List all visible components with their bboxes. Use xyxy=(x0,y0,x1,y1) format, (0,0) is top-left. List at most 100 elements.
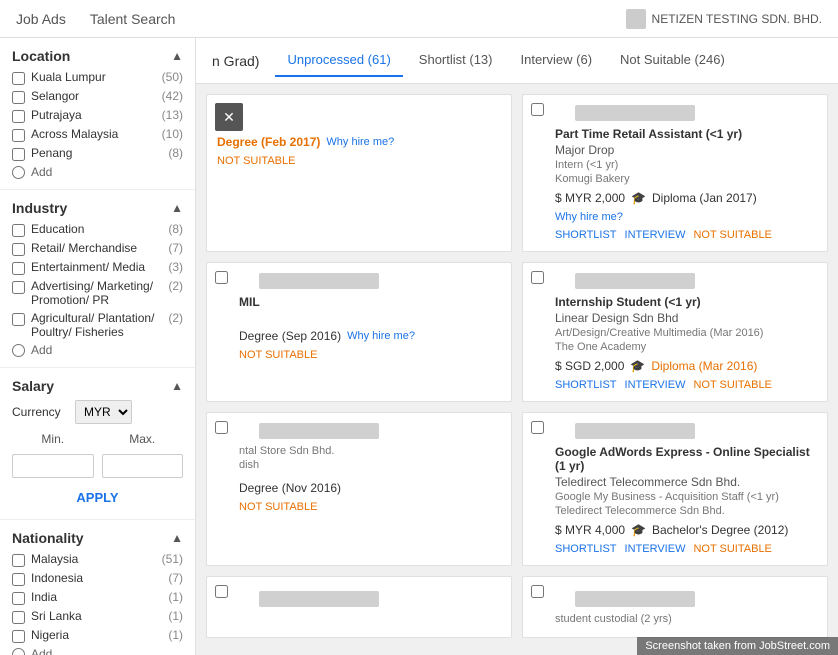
nav-talent-search[interactable]: Talent Search xyxy=(90,3,176,35)
not-suitable-btn-left2[interactable]: NOT SUITABLE xyxy=(239,349,317,361)
card-right-1-edu-row: $ MYR 2,000 🎓 Diploma (Jan 2017) Why hir… xyxy=(555,191,817,223)
checkbox-nigeria[interactable] xyxy=(12,630,25,643)
not-suitable-btn-right2[interactable]: NOT SUITABLE xyxy=(693,379,771,391)
x-button[interactable]: ✕ xyxy=(215,103,243,131)
header: Job Ads Talent Search NETIZEN TESTING SD… xyxy=(0,0,838,38)
not-suitable-btn-left1[interactable]: NOT SUITABLE xyxy=(217,155,295,167)
shortlist-btn-right1[interactable]: SHORTLIST xyxy=(555,229,617,241)
card-right-3-checkbox[interactable] xyxy=(531,421,544,434)
card-right-4-checkbox[interactable] xyxy=(531,585,544,598)
card-right-1-edu: Diploma (Jan 2017) xyxy=(652,191,757,205)
checkbox-penang[interactable] xyxy=(12,148,25,161)
checkbox-selangor[interactable] xyxy=(12,91,25,104)
max-label: Max. xyxy=(102,432,184,446)
shortlist-btn-right2[interactable]: SHORTLIST xyxy=(555,379,617,391)
card-right-3-blur xyxy=(575,423,695,439)
tab-interview[interactable]: Interview (6) xyxy=(509,44,605,77)
tab-shortlist[interactable]: Shortlist (13) xyxy=(407,44,505,77)
card-right-2-sub2: The One Academy xyxy=(555,341,817,353)
checkbox-india[interactable] xyxy=(12,592,25,605)
salary-max-input[interactable] xyxy=(102,454,184,478)
shortlist-btn-right3[interactable]: SHORTLIST xyxy=(555,543,617,555)
radio-industry-add[interactable] xyxy=(12,344,25,357)
card-right-1-why-hire[interactable]: Why hire me? xyxy=(555,211,623,223)
filter-selangor[interactable]: Selangor (42) xyxy=(12,89,183,104)
card-left-2-why-hire[interactable]: Why hire me? xyxy=(347,330,415,342)
nav-job-ads[interactable]: Job Ads xyxy=(16,3,66,35)
min-label: Min. xyxy=(12,432,94,446)
count-malaysia: (51) xyxy=(162,552,183,566)
filter-entertainment[interactable]: Entertainment/ Media (3) xyxy=(12,260,183,275)
location-add[interactable]: Add xyxy=(12,165,183,179)
count-retail: (7) xyxy=(168,241,183,255)
filter-education[interactable]: Education (8) xyxy=(12,222,183,237)
card-right-1-blur xyxy=(575,105,695,121)
not-suitable-btn-left3[interactable]: NOT SUITABLE xyxy=(239,501,317,513)
interview-btn-right3[interactable]: INTERVIEW xyxy=(625,543,686,555)
page-title: n Grad) xyxy=(212,53,259,69)
screenshot-footer: Screenshot taken from JobStreet.com xyxy=(637,637,838,655)
card-right-4-sub1: student custodial (2 yrs) xyxy=(555,613,817,625)
interview-btn-right1[interactable]: INTERVIEW xyxy=(625,229,686,241)
industry-title: Industry xyxy=(12,200,67,216)
card-right-3-edu-icon: 🎓 xyxy=(631,523,646,537)
filter-putrajaya[interactable]: Putrajaya (13) xyxy=(12,108,183,123)
filter-advertising[interactable]: Advertising/ Marketing/ Promotion/ PR (2… xyxy=(12,279,183,307)
filter-penang[interactable]: Penang (8) xyxy=(12,146,183,161)
filter-india[interactable]: India (1) xyxy=(12,590,183,605)
filter-nigeria[interactable]: Nigeria (1) xyxy=(12,628,183,643)
card-right-4: student custodial (2 yrs) xyxy=(522,576,828,638)
location-header[interactable]: Location ▲ xyxy=(12,48,183,64)
card-right-1-checkbox[interactable] xyxy=(531,103,544,116)
card-right-1-salary: $ MYR 2,000 xyxy=(555,191,625,205)
currency-select[interactable]: MYR SGD USD xyxy=(75,400,132,424)
interview-btn-right2[interactable]: INTERVIEW xyxy=(625,379,686,391)
card-left-4-checkbox[interactable] xyxy=(215,585,228,598)
filter-kuala-lumpur[interactable]: Kuala Lumpur (50) xyxy=(12,70,183,85)
radio-location-add[interactable] xyxy=(12,166,25,179)
salary-min-col xyxy=(12,454,94,478)
filter-sri-lanka[interactable]: Sri Lanka (1) xyxy=(12,609,183,624)
card-left-3-checkbox[interactable] xyxy=(215,421,228,434)
nationality-header[interactable]: Nationality ▲ xyxy=(12,530,183,546)
checkbox-entertainment[interactable] xyxy=(12,262,25,275)
checkbox-advertising[interactable] xyxy=(12,281,25,294)
tab-not-suitable[interactable]: Not Suitable (246) xyxy=(608,44,737,77)
salary-header[interactable]: Salary ▲ xyxy=(12,378,183,394)
card-right-2-title: Internship Student (<1 yr) xyxy=(555,295,817,309)
card-left-3-body: ntal Store Sdn Bhd. dish Degree (Nov 201… xyxy=(239,423,501,513)
checkbox-retail[interactable] xyxy=(12,243,25,256)
company-icon xyxy=(626,9,646,29)
industry-add[interactable]: Add xyxy=(12,343,183,357)
checkbox-kuala-lumpur[interactable] xyxy=(12,72,25,85)
card-left-1-why-hire[interactable]: Why hire me? xyxy=(326,136,394,148)
checkbox-sri-lanka[interactable] xyxy=(12,611,25,624)
not-suitable-btn-right3[interactable]: NOT SUITABLE xyxy=(693,543,771,555)
filter-malaysia[interactable]: Malaysia (51) xyxy=(12,552,183,567)
checkbox-malaysia[interactable] xyxy=(12,554,25,567)
filter-agricultural[interactable]: Agricultural/ Plantation/ Poultry/ Fishe… xyxy=(12,311,183,339)
checkbox-indonesia[interactable] xyxy=(12,573,25,586)
filter-across-malaysia[interactable]: Across Malaysia (10) xyxy=(12,127,183,142)
not-suitable-btn-right1[interactable]: NOT SUITABLE xyxy=(693,229,771,241)
filter-indonesia[interactable]: Indonesia (7) xyxy=(12,571,183,586)
checkbox-education[interactable] xyxy=(12,224,25,237)
card-left-2-checkbox[interactable] xyxy=(215,271,228,284)
card-right-2-blur xyxy=(575,273,695,289)
industry-header[interactable]: Industry ▲ xyxy=(12,200,183,216)
radio-nationality-add[interactable] xyxy=(12,648,25,655)
count-selangor: (42) xyxy=(162,89,183,103)
checkbox-agricultural[interactable] xyxy=(12,313,25,326)
filter-retail[interactable]: Retail/ Merchandise (7) xyxy=(12,241,183,256)
count-advertising: (2) xyxy=(168,279,183,293)
salary-inputs xyxy=(12,454,183,478)
salary-min-input[interactable] xyxy=(12,454,94,478)
checkbox-putrajaya[interactable] xyxy=(12,110,25,123)
card-left-3-degree: Degree (Nov 2016) xyxy=(239,481,341,495)
salary-apply-button[interactable]: APPLY xyxy=(12,486,183,509)
nationality-add[interactable]: Add xyxy=(12,647,183,655)
card-right-2-checkbox[interactable] xyxy=(531,271,544,284)
tab-unprocessed[interactable]: Unprocessed (61) xyxy=(275,44,402,77)
checkbox-across-malaysia[interactable] xyxy=(12,129,25,142)
card-right-2-edu-icon: 🎓 xyxy=(630,359,645,373)
